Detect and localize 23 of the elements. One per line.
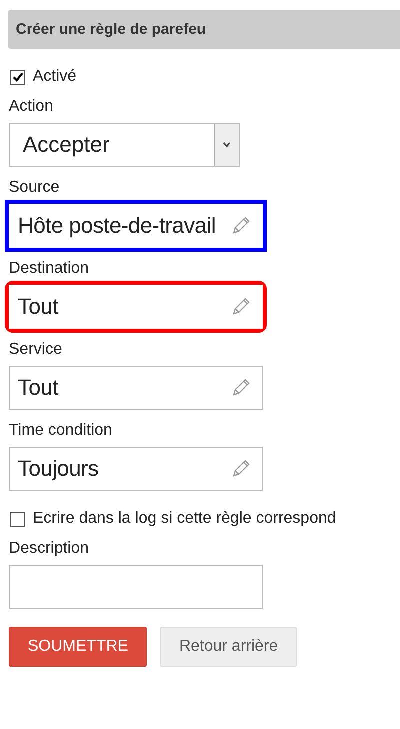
pencil-icon xyxy=(230,215,252,237)
action-dropdown[interactable]: Accepter xyxy=(9,123,240,167)
picker-field[interactable]: Toujours xyxy=(9,447,263,491)
picker-field[interactable]: Tout xyxy=(9,285,263,329)
checkbox[interactable] xyxy=(10,70,25,84)
chevron-down-icon xyxy=(223,142,231,148)
pencil-icon xyxy=(230,458,252,480)
pencil-icon xyxy=(230,377,252,399)
panel-header: Créer une règle de parefeu xyxy=(8,10,400,49)
field-label: Source xyxy=(9,179,60,197)
back-button[interactable]: Retour arrière xyxy=(160,627,298,667)
field-label: Destination xyxy=(9,260,90,278)
checkbox-label: Ecrire dans la log si cette règle correspond xyxy=(33,510,336,528)
checkbox-label: Activé xyxy=(33,68,77,86)
field-label: Description xyxy=(9,540,90,558)
submit-button[interactable]: SOUMETTRE xyxy=(9,627,148,667)
checkbox[interactable] xyxy=(10,512,25,526)
field-label: Service xyxy=(9,341,62,359)
pencil-icon xyxy=(230,296,252,318)
field-label: Action xyxy=(9,98,54,116)
description-field[interactable] xyxy=(9,565,263,609)
field-label: Time condition xyxy=(9,422,112,440)
picker-field[interactable]: Tout xyxy=(9,366,263,410)
